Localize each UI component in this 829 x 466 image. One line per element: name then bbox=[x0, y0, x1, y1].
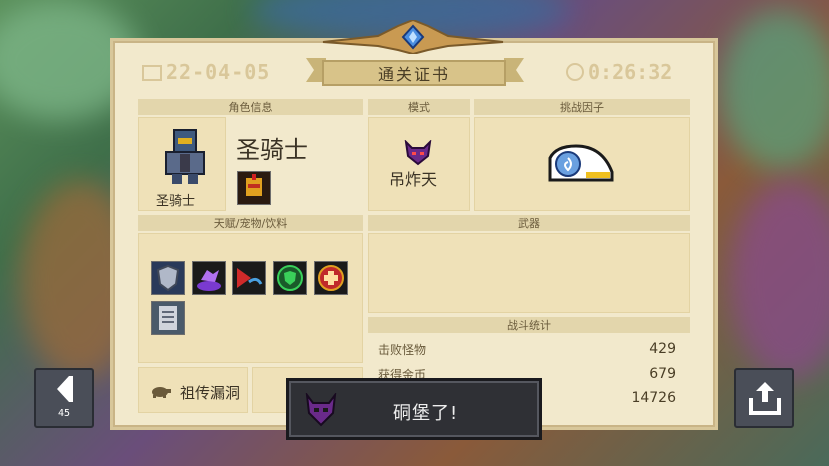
clipboard-icon[interactable] bbox=[151, 301, 185, 335]
share-icon bbox=[749, 382, 781, 415]
red-dash-icon[interactable] bbox=[232, 261, 266, 295]
section-header-talents: 天赋/宠物/饮料 bbox=[138, 215, 363, 231]
paladin-helmet-icon bbox=[237, 171, 271, 205]
talents-panel bbox=[138, 233, 363, 363]
back-arrow-icon bbox=[57, 376, 73, 402]
section-header-character: 角色信息 bbox=[138, 99, 363, 115]
weapons-panel bbox=[368, 233, 690, 313]
section-header-mode: 模式 bbox=[368, 99, 470, 115]
character-name: 圣骑士 bbox=[236, 136, 308, 164]
stat-label: 击败怪物 bbox=[378, 343, 427, 357]
purple-hand-icon[interactable] bbox=[192, 261, 226, 295]
devil-mask-icon bbox=[305, 393, 337, 427]
section-header-challenge: 挑战因子 bbox=[474, 99, 690, 115]
section-header-battle-stats: 战斗统计 bbox=[368, 317, 690, 333]
background-blob bbox=[730, 180, 829, 380]
stat-value: 429 bbox=[649, 341, 676, 357]
back-button[interactable]: 45 bbox=[34, 368, 94, 428]
relic-label: 祖传漏洞 bbox=[180, 384, 241, 402]
shield-icon[interactable] bbox=[151, 261, 185, 295]
stat-value: 14726 bbox=[631, 390, 676, 406]
stat-value: 679 bbox=[649, 366, 676, 382]
character-portrait-label: 圣骑士 bbox=[156, 194, 196, 209]
green-shield-icon[interactable] bbox=[273, 261, 307, 295]
share-button[interactable] bbox=[734, 368, 794, 428]
back-button-count: 45 bbox=[57, 408, 71, 419]
section-header-weapons: 武器 bbox=[368, 215, 690, 231]
red-cross-icon[interactable] bbox=[314, 261, 348, 295]
clock-icon bbox=[566, 63, 584, 81]
background-blob bbox=[720, 10, 829, 170]
mode-label: 吊炸天 bbox=[389, 170, 438, 189]
toast-popup: 硐堡了! bbox=[286, 378, 542, 440]
top-gem-ornament bbox=[322, 20, 504, 54]
devil-mask-icon bbox=[404, 140, 432, 166]
certificate-date: 22-04-05 bbox=[142, 60, 270, 84]
certificate-title: 通关证书 bbox=[322, 60, 506, 86]
paladin-character-sprite bbox=[165, 129, 205, 184]
toast-message: 硐堡了! bbox=[393, 403, 459, 424]
calendar-icon bbox=[142, 65, 162, 81]
stat-row-monsters: 击败怪物 429 bbox=[378, 341, 676, 358]
turtle-icon bbox=[152, 387, 171, 398]
elapsed-time: 0:26:32 bbox=[566, 60, 672, 84]
blue-cap-icon bbox=[548, 144, 614, 182]
